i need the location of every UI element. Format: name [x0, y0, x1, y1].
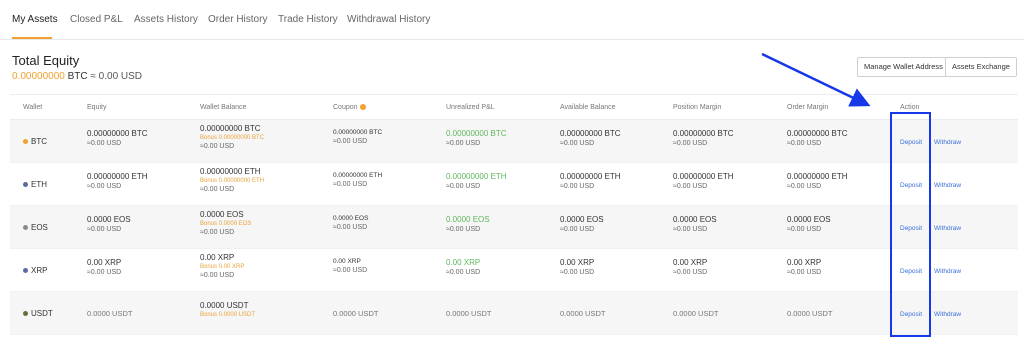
assets-page: My Assets Closed P&L Assets History Orde…: [0, 0, 1024, 346]
arrow-annotation: [761, 52, 871, 107]
